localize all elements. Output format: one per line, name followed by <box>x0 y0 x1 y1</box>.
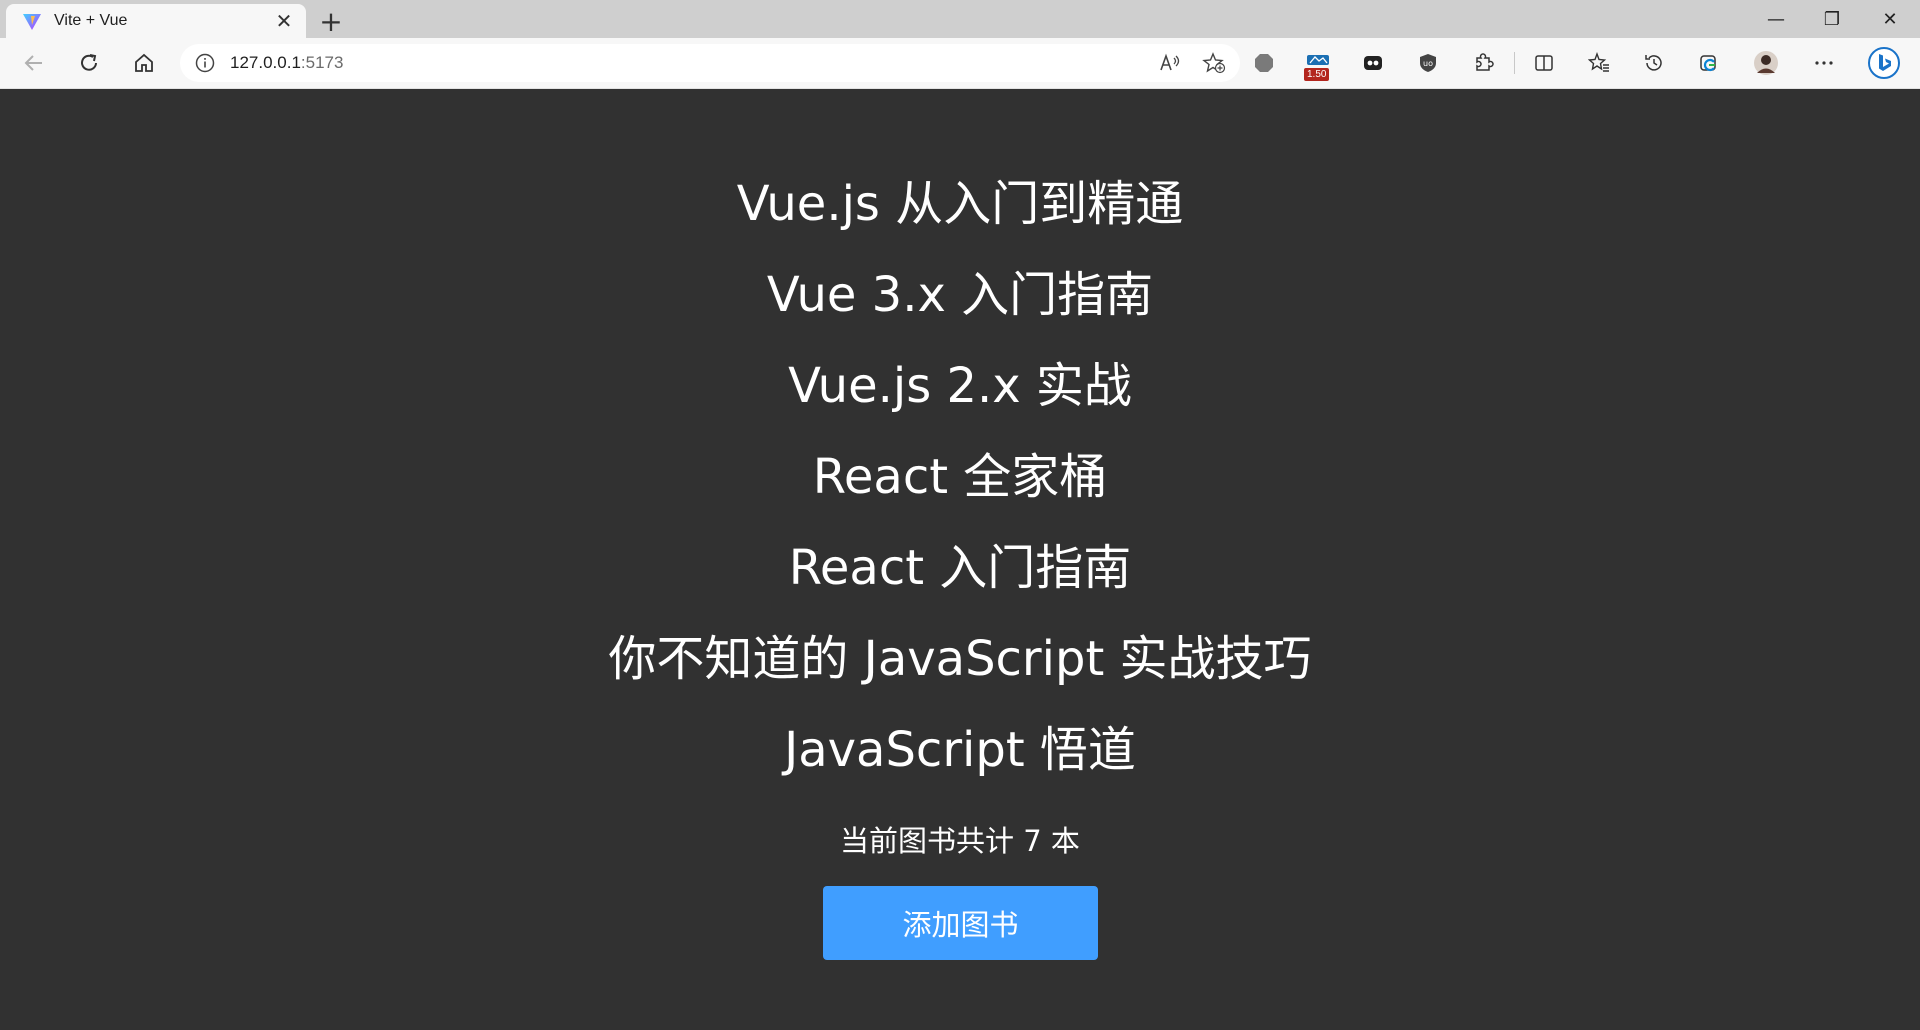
minimize-button[interactable]: — <box>1748 0 1804 38</box>
back-icon <box>24 55 42 71</box>
history-button[interactable] <box>1636 45 1672 81</box>
history-icon <box>1645 55 1662 71</box>
extension-button-1[interactable] <box>1246 45 1282 81</box>
bing-icon <box>1868 47 1900 79</box>
book-count-text: 当前图书共计 7 本 <box>840 824 1080 858</box>
url-port: :5173 <box>300 53 344 72</box>
toolbar-divider <box>1514 52 1515 74</box>
extension-badge: 1.50 <box>1304 68 1330 81</box>
more-icon <box>1815 61 1833 65</box>
profile-avatar <box>1754 51 1778 75</box>
back-button[interactable] <box>16 45 52 81</box>
book-item: React 全家桶 <box>812 449 1108 505</box>
window-close-button[interactable]: ✕ <box>1862 0 1918 38</box>
url-host: 127.0.0.1 <box>230 53 301 72</box>
book-item: Vue.js 2.x 实战 <box>788 358 1132 414</box>
extensions-button[interactable] <box>1465 45 1501 81</box>
favorites-button[interactable] <box>1581 45 1617 81</box>
puzzle-icon <box>1476 53 1494 71</box>
refresh-button[interactable] <box>71 45 107 81</box>
read-aloud-icon[interactable] <box>1158 52 1182 74</box>
book-item: Vue.js 从入门到精通 <box>736 176 1184 232</box>
address-bar[interactable]: 127.0.0.1:5173 <box>180 44 1240 82</box>
book-item: Vue 3.x 入门指南 <box>766 267 1154 323</box>
page-viewport: Vue.js 从入门到精通 Vue 3.x 入门指南 Vue.js 2.x 实战… <box>0 89 1920 1030</box>
svg-text:uo: uo <box>1423 59 1433 68</box>
home-button[interactable] <box>126 45 162 81</box>
book-item: React 入门指南 <box>788 540 1132 596</box>
url-text[interactable]: 127.0.0.1:5173 <box>230 53 1158 73</box>
extension-button-3[interactable] <box>1355 45 1391 81</box>
home-icon <box>135 53 153 72</box>
collections-icon <box>1700 55 1716 72</box>
add-book-button[interactable]: 添加图书 <box>823 886 1098 960</box>
restore-button[interactable]: ❐ <box>1804 0 1860 38</box>
book-item: 你不知道的 JavaScript 实战技巧 <box>608 631 1312 687</box>
book-list: Vue.js 从入门到精通 Vue 3.x 入门指南 Vue.js 2.x 实战… <box>0 159 1920 796</box>
browser-toolbar: 127.0.0.1:5173 1.50 uo <box>0 38 1920 89</box>
shield-icon: uo <box>1420 54 1436 72</box>
tab-close-icon[interactable]: ✕ <box>272 9 296 33</box>
extension-icon <box>1255 54 1273 72</box>
site-info-icon[interactable] <box>194 52 216 74</box>
favorites-icon <box>1588 52 1609 72</box>
collections-button[interactable] <box>1691 45 1727 81</box>
bing-button[interactable] <box>1866 45 1902 81</box>
add-favorite-icon[interactable] <box>1202 52 1226 74</box>
tab-title: Vite + Vue <box>54 12 128 29</box>
extension-icon <box>1364 56 1382 70</box>
split-screen-button[interactable] <box>1526 45 1562 81</box>
refresh-icon <box>81 54 97 71</box>
tab-strip: Vite + Vue ✕ + — ❐ ✕ <box>0 0 1920 38</box>
more-button[interactable] <box>1806 45 1842 81</box>
extension-button-4[interactable]: uo <box>1410 45 1446 81</box>
browser-tab[interactable]: Vite + Vue ✕ <box>6 4 306 38</box>
book-item: JavaScript 悟道 <box>784 722 1136 778</box>
split-screen-icon <box>1535 55 1553 71</box>
profile-button[interactable] <box>1748 45 1784 81</box>
vite-logo-icon <box>23 14 41 30</box>
new-tab-button[interactable]: + <box>316 5 346 38</box>
